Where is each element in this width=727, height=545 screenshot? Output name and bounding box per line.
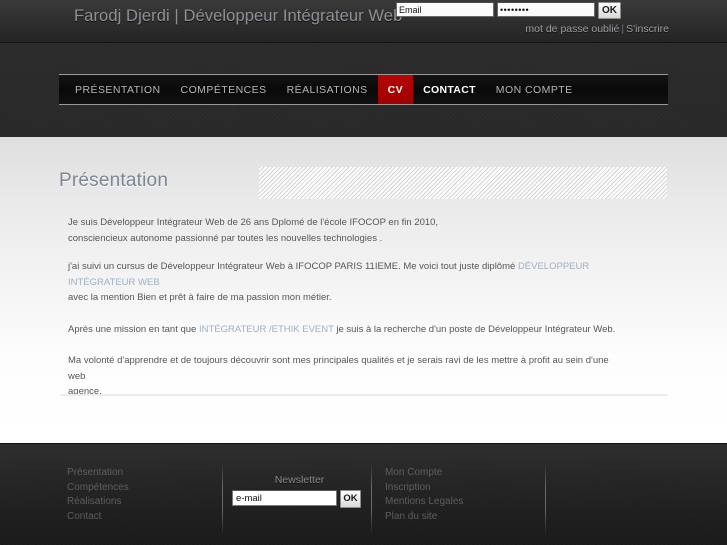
footer-account-link-2[interactable]: Mentions Legales	[385, 495, 463, 510]
newsletter-block: Newsletter OK	[232, 474, 367, 508]
newsletter-email-input[interactable]	[232, 490, 337, 506]
footer-divider-2	[371, 462, 372, 535]
newsletter-title: Newsletter	[274, 474, 325, 486]
register-link[interactable]: S'inscrire	[626, 23, 669, 35]
forgot-password-link[interactable]: mot de passe oublié	[525, 23, 619, 35]
text-run: j'ai suivi un cursus de Développeur Inté…	[68, 261, 518, 272]
text-run: Après une mission en tant que	[68, 323, 199, 335]
footer-link-2[interactable]: Réalisations	[67, 495, 129, 510]
footer-account-link-1[interactable]: Inscription	[385, 481, 463, 496]
login-email-input[interactable]	[396, 2, 494, 17]
text-run: Je suis Développeur Intégrateur Web de 2…	[68, 217, 439, 228]
nav-item-2[interactable]: RÉALISATIONS	[277, 75, 378, 104]
text-run: Ma volonté d'apprendre et de toujours dé…	[68, 355, 609, 382]
site-title: Farodj Djerdi | Développeur Intégrateur …	[74, 7, 403, 25]
login-password-input[interactable]	[497, 2, 595, 17]
text-run: consciencieux autonome passionné par tou…	[68, 232, 383, 244]
main-navigation-bar: PRÉSENTATION COMPÉTENCES RÉALISATIONS CV CON…	[59, 74, 668, 105]
links-separator: |	[621, 23, 625, 35]
content-divider	[60, 394, 668, 396]
footer-account-link-3[interactable]: Plan du site	[385, 510, 463, 525]
footer-column-account-links: Mon Compte Inscription Mentions Legales Pla…	[385, 466, 463, 524]
top-header-bar: Farodj Djerdi | Développeur Intégrateur …	[0, 0, 727, 43]
login-submit-button[interactable]: OK	[598, 2, 621, 19]
paragraph-p1: Je suis Développeur Intégrateur Web de 2…	[68, 215, 628, 246]
presentation-body-text: Je suis Développeur Intégrateur Web de 2…	[68, 215, 628, 416]
main-navigation: PRÉSENTATION COMPÉTENCES RÉALISATIONS CV CON…	[59, 75, 668, 104]
paragraph-p2: j'ai suivi un cursus de Développeur Inté…	[68, 259, 628, 306]
newsletter-submit-button[interactable]: OK	[340, 490, 361, 508]
footer-divider-3	[545, 462, 546, 535]
footer-divider-1	[222, 462, 223, 535]
nav-item-5[interactable]: MON COMPTE	[486, 75, 583, 104]
nav-item-0[interactable]: PRÉSENTATION	[65, 75, 171, 104]
text-run: avec la mention Bien et prêt à faire de …	[68, 292, 332, 303]
paragraph-p4: Ma volonté d'apprendre et de toujours dé…	[68, 353, 628, 400]
main-content-panel: Présentation Je suis Développeur Intégra…	[0, 137, 727, 443]
newsletter-form: OK	[232, 490, 367, 508]
footer-account-link-0[interactable]: Mon Compte	[385, 466, 463, 481]
page-title: Présentation	[59, 170, 169, 191]
login-form: OK	[396, 2, 621, 19]
header-secondary-links: mot de passe oublié | S'inscrire	[525, 23, 669, 35]
footer-link-0[interactable]: Présentation	[67, 466, 129, 481]
footer-column-site-links: Présentation Compétences Réalisations Conta…	[67, 466, 129, 524]
decorative-hatch-banner	[259, 167, 667, 199]
footer-link-1[interactable]: Compétences	[67, 481, 129, 496]
text-run: je suis à la recherche d'un poste de Dév…	[333, 323, 616, 335]
paragraph-p3: Après une mission en tant que INTÉGRATEU…	[68, 322, 628, 338]
nav-item-4[interactable]: CONTACT	[413, 75, 486, 104]
nav-item-3[interactable]: CV	[377, 75, 414, 104]
page-root: Farodj Djerdi | Développeur Intégrateur …	[0, 0, 727, 545]
nav-item-1[interactable]: COMPÉTENCES	[171, 75, 277, 104]
footer-link-3[interactable]: Contact	[67, 510, 129, 525]
inline-link[interactable]: INTÉGRATEUR /ETHIK EVENT	[199, 324, 334, 335]
site-footer: Présentation Compétences Réalisations Conta…	[0, 443, 727, 545]
